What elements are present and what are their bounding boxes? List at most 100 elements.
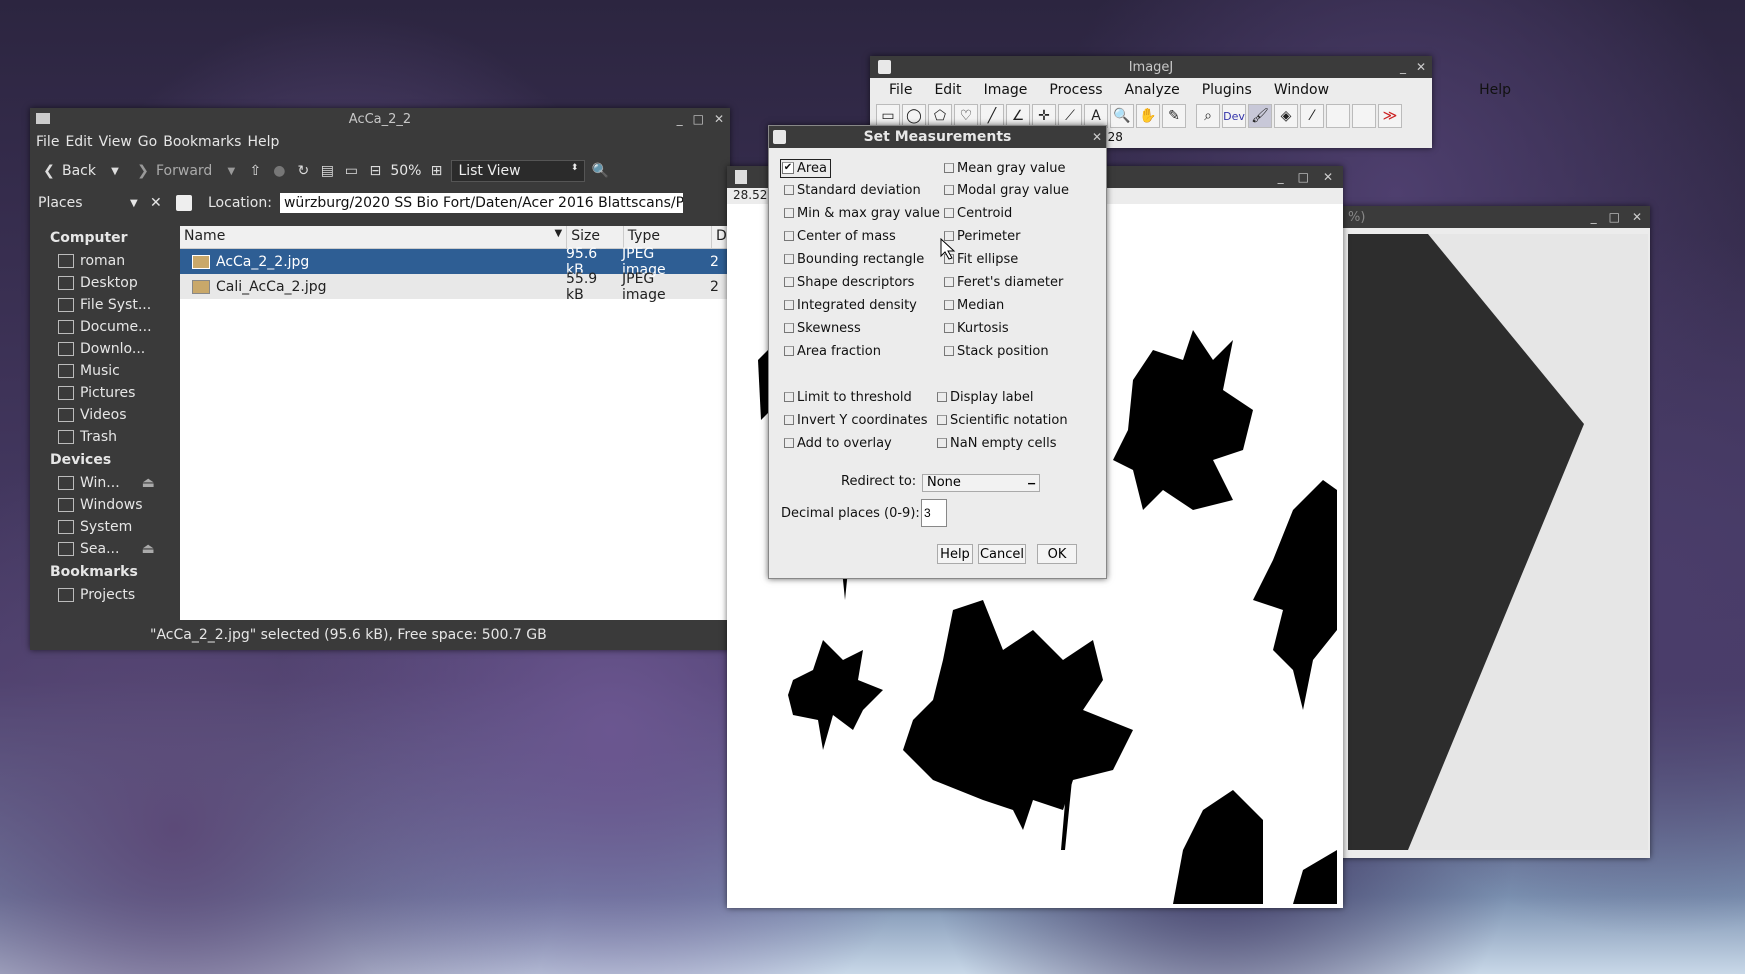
checkbox-bounding-rectangle[interactable]: Bounding rectangle	[784, 252, 924, 267]
checkbox-ferets-diameter[interactable]: Feret's diameter	[944, 275, 1063, 290]
checkbox-modal-gray[interactable]: Modal gray value	[944, 183, 1069, 198]
checkbox-stack-position[interactable]: Stack position	[944, 344, 1049, 359]
location-input[interactable]: würzburg/2020 SS Bio Fort/Daten/Acer 201…	[279, 193, 683, 213]
menu-file[interactable]: File	[36, 134, 59, 150]
place-item[interactable]: Music	[30, 360, 178, 382]
checkbox-centroid[interactable]: Centroid	[944, 206, 1012, 221]
menu-window[interactable]: Window	[1263, 82, 1340, 98]
checkbox-standard-deviation[interactable]: Standard deviation	[784, 183, 921, 198]
zoom-in-icon[interactable]: ⊞	[427, 162, 445, 180]
imagej-titlebar[interactable]: ImageJ _ ✕	[870, 56, 1432, 78]
checkbox-median[interactable]: Median	[944, 298, 1004, 313]
flood-fill-tool-icon[interactable]: ◈	[1274, 104, 1298, 128]
checkbox-center-of-mass[interactable]: Center of mass	[784, 229, 896, 244]
device-item[interactable]: System	[30, 516, 178, 538]
checkbox-limit-threshold[interactable]: Limit to threshold	[784, 390, 912, 405]
checkbox-add-overlay[interactable]: Add to overlay	[784, 436, 892, 451]
minimize-icon[interactable]: _	[1591, 210, 1597, 224]
checkbox-kurtosis[interactable]: Kurtosis	[944, 321, 1009, 336]
close-sidebar-icon[interactable]: ✕	[150, 195, 170, 211]
home-folder-icon[interactable]: ▤	[318, 162, 336, 180]
place-item[interactable]: Videos	[30, 404, 178, 426]
checkbox-shape-descriptors[interactable]: Shape descriptors	[784, 275, 914, 290]
hand-tool-icon[interactable]: ✋	[1136, 104, 1160, 128]
chevron-down-icon[interactable]: ▼	[222, 162, 240, 180]
empty-tool-slot[interactable]	[1352, 104, 1376, 128]
ok-button[interactable]: OK	[1037, 544, 1077, 564]
close-icon[interactable]: ✕	[1092, 130, 1102, 144]
bookmark-item[interactable]: Projects	[30, 584, 178, 606]
eject-icon[interactable]: ⏏	[142, 475, 155, 491]
close-icon[interactable]: ✕	[1416, 60, 1426, 74]
checkbox-skewness[interactable]: Skewness	[784, 321, 861, 336]
maximize-icon[interactable]: □	[1298, 170, 1309, 184]
back-button[interactable]: ❮ Back	[36, 160, 100, 182]
menu-process[interactable]: Process	[1038, 82, 1113, 98]
cancel-button[interactable]: Cancel	[978, 544, 1026, 564]
checkbox-display-label[interactable]: Display label	[937, 390, 1034, 405]
checkbox-nan-empty-cells[interactable]: NaN empty cells	[937, 436, 1057, 451]
minimize-icon[interactable]: _	[1278, 170, 1284, 184]
zoom-out-icon[interactable]: ⊟	[366, 162, 384, 180]
minimize-icon[interactable]: _	[677, 112, 683, 126]
dialog-titlebar[interactable]: Set Measurements ✕	[769, 126, 1106, 148]
menu-bookmarks[interactable]: Bookmarks	[163, 134, 241, 150]
empty-tool-slot[interactable]	[1326, 104, 1350, 128]
device-item[interactable]: Sea... ⏏	[30, 538, 178, 560]
menu-help[interactable]: Help	[1468, 82, 1522, 98]
minimize-icon[interactable]: _	[1400, 60, 1406, 74]
place-item[interactable]: Desktop	[30, 272, 178, 294]
image-window-2-titlebar[interactable]: %) _ □ ✕	[1340, 206, 1650, 228]
checkbox-min-max-gray[interactable]: Min & max gray value	[784, 206, 940, 221]
forward-button[interactable]: ❯ Forward	[130, 160, 216, 182]
chevron-down-icon[interactable]: ▼	[106, 162, 124, 180]
computer-icon[interactable]: ▭	[342, 162, 360, 180]
eject-icon[interactable]: ⏏	[141, 541, 154, 557]
magnifier-tool-icon[interactable]: 🔍	[1110, 104, 1134, 128]
close-icon[interactable]: ✕	[1323, 170, 1333, 184]
checkbox-mean-gray[interactable]: Mean gray value	[944, 161, 1065, 176]
menu-edit[interactable]: Edit	[923, 82, 972, 98]
zoom-tool-icon[interactable]: ⌕	[1196, 104, 1220, 128]
column-name[interactable]: Name ▼	[180, 226, 568, 248]
edit-location-icon[interactable]	[176, 195, 192, 211]
menu-go[interactable]: Go	[138, 134, 157, 150]
help-button[interactable]: Help	[937, 544, 973, 564]
checkbox-scientific-notation[interactable]: Scientific notation	[937, 413, 1068, 428]
place-item[interactable]: Downlo...	[30, 338, 178, 360]
menu-analyze[interactable]: Analyze	[1114, 82, 1191, 98]
maximize-icon[interactable]: □	[1609, 210, 1620, 224]
place-item[interactable]: File Syst...	[30, 294, 178, 316]
device-item[interactable]: Windows	[30, 494, 178, 516]
checkbox-area-fraction[interactable]: Area fraction	[784, 344, 881, 359]
place-item[interactable]: Trash	[30, 426, 178, 448]
decimal-places-input[interactable]	[921, 499, 947, 527]
place-item[interactable]: roman	[30, 250, 178, 272]
reload-icon[interactable]: ↻	[294, 162, 312, 180]
file-manager-titlebar[interactable]: AcCa_2_2 _ □ ✕	[30, 108, 730, 130]
dev-tool[interactable]: Dev	[1222, 104, 1246, 128]
place-item[interactable]: Pictures	[30, 382, 178, 404]
checkbox-integrated-density[interactable]: Integrated density	[784, 298, 917, 313]
up-arrow-icon[interactable]: ⇧	[246, 162, 264, 180]
device-item[interactable]: Win... ⏏	[30, 472, 178, 494]
checkbox-area[interactable]: ✔ Area	[780, 159, 831, 178]
menu-help[interactable]: Help	[247, 134, 279, 150]
maximize-icon[interactable]: □	[693, 112, 704, 126]
menu-file[interactable]: File	[878, 82, 923, 98]
stop-icon[interactable]: ●	[270, 162, 288, 180]
file-row[interactable]: Cali_AcCa_2.jpg 55.9 kB JPEG image 2	[180, 271, 730, 303]
close-icon[interactable]: ✕	[714, 112, 724, 126]
pipette-tool-icon[interactable]: ⁄	[1300, 104, 1324, 128]
places-dropdown-icon[interactable]: ▼	[130, 198, 150, 209]
menu-plugins[interactable]: Plugins	[1191, 82, 1263, 98]
close-icon[interactable]: ✕	[1632, 210, 1642, 224]
more-tools-icon[interactable]: ≫	[1378, 104, 1402, 128]
checkbox-invert-y[interactable]: Invert Y coordinates	[784, 413, 928, 428]
redirect-select[interactable]: None ▁	[922, 474, 1040, 492]
dropper-tool-icon[interactable]: ✎	[1162, 104, 1186, 128]
menu-edit[interactable]: Edit	[65, 134, 92, 150]
place-item[interactable]: Docume...	[30, 316, 178, 338]
menu-image[interactable]: Image	[973, 82, 1039, 98]
view-mode-select[interactable]: List View ⬍	[451, 160, 586, 182]
